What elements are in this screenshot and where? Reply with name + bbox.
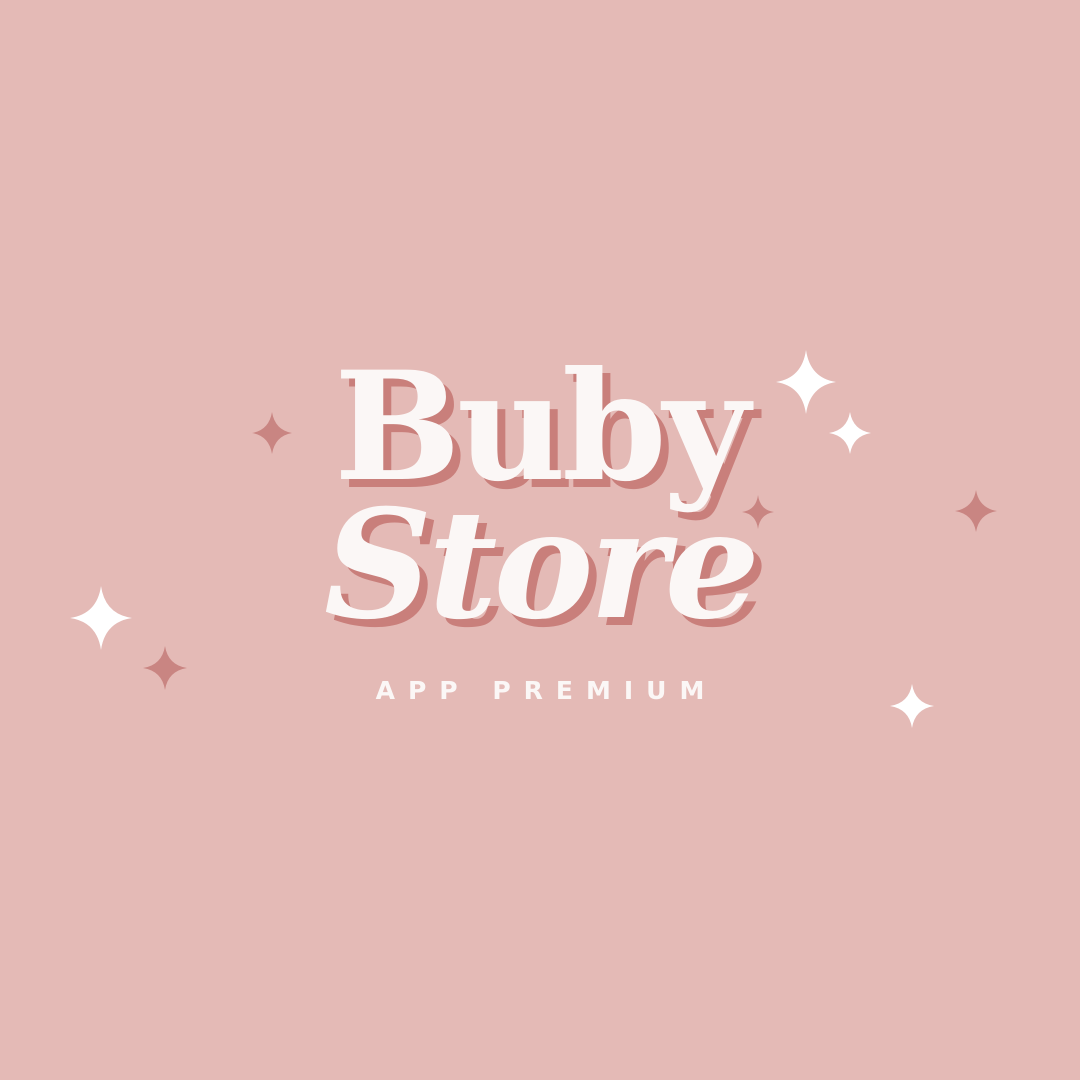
sparkle-star-icon xyxy=(143,646,187,690)
sparkle-star-icon xyxy=(890,684,934,728)
logo-word-store-text: Store xyxy=(323,477,760,653)
sparkle-star-icon xyxy=(252,412,292,454)
logo-canvas: Buby Buby Store Store APP PREMIUM xyxy=(0,0,1080,1080)
sparkle-star-icon xyxy=(776,350,836,414)
sparkle-star-icon xyxy=(829,412,871,454)
sparkle-star-icon xyxy=(742,495,774,529)
sparkle-star-icon xyxy=(70,586,132,650)
sparkle-star-icon xyxy=(955,490,997,532)
logo-word-store: Store Store xyxy=(0,477,1080,653)
